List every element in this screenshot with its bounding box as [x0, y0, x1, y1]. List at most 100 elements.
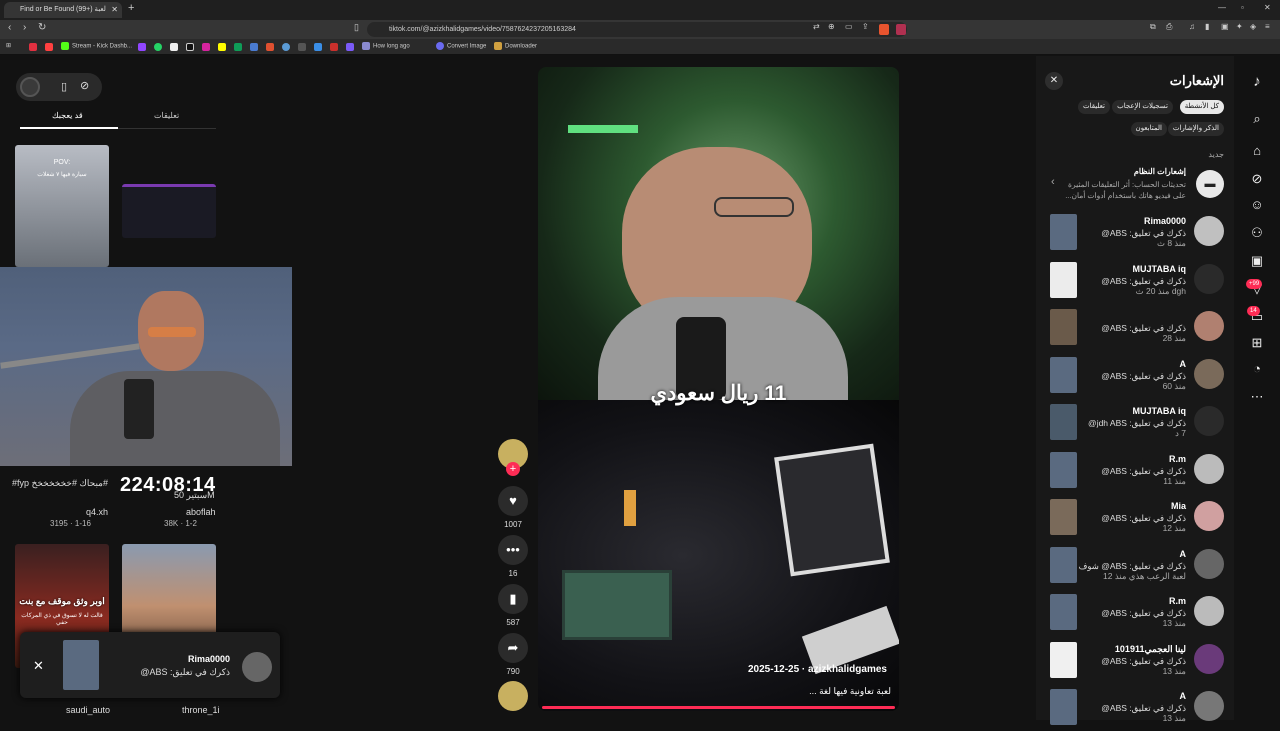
bookmark-kick[interactable]: Stream - Kick Dashb...	[61, 42, 132, 50]
notification-video-thumbnail[interactable]	[1050, 261, 1077, 298]
bookmark-crimson-icon[interactable]	[330, 43, 338, 51]
snapchat-icon[interactable]	[218, 43, 226, 51]
tab-close-icon[interactable]: ✕	[111, 2, 118, 18]
video-thumbnail[interactable]: POV: سيارة فيها ٧ شغلات	[15, 145, 109, 267]
notification-video-thumbnail[interactable]	[1050, 594, 1077, 630]
notification-avatar[interactable]	[1194, 596, 1224, 626]
leo-icon[interactable]: ✦	[1236, 22, 1243, 31]
bookmark-page-icon[interactable]: ▯	[354, 22, 359, 33]
system-notification[interactable]: ‹ ▬ إشعارات النظام تحديثات الحساب: أثر ا…	[1046, 164, 1228, 208]
cast-icon[interactable]: ▭	[845, 22, 853, 31]
follow-plus-icon[interactable]: +	[506, 462, 520, 476]
bookmark-grey-icon[interactable]	[298, 43, 306, 51]
explore-icon[interactable]: ⊘	[1248, 170, 1266, 188]
notification-item[interactable]: A ذكرك في تعليق: ABS@ منذ 13	[1046, 685, 1228, 731]
rewards-icon[interactable]	[896, 24, 906, 35]
bookmark-downloader[interactable]: Downloader	[494, 42, 537, 50]
browser-tab[interactable]: Find or Be Found لعبة (+99) ✕	[4, 2, 122, 18]
notification-item[interactable]: A ذكرك في تعليق: ABS@ منذ 60	[1046, 353, 1228, 399]
video-player[interactable]: 11 ريال سعودي 2025-12-25 · azizkhalidgam…	[538, 67, 899, 711]
toast-close-icon[interactable]: ✕	[33, 658, 44, 674]
following-icon[interactable]: ☺	[1248, 196, 1266, 214]
more-icon[interactable]: ⋯	[1248, 388, 1266, 406]
notification-video-thumbnail[interactable]	[1050, 309, 1077, 345]
bookmark-circle-icon[interactable]	[282, 43, 290, 51]
chip-likes[interactable]: تسجيلات الإعجاب	[1112, 100, 1173, 114]
tiktok-logo-icon[interactable]: ♪	[1248, 73, 1266, 91]
forward-icon[interactable]: ›	[23, 22, 26, 33]
notification-item[interactable]: R.m ذكرك في تعليق: ABS@ منذ 13	[1046, 590, 1228, 636]
notification-item[interactable]: MUJTABA iq ذكرك في تعليق: jdh ABS@ 7 د	[1046, 400, 1228, 446]
notification-avatar[interactable]	[1194, 311, 1224, 341]
tab-you-may-like[interactable]: قد يعجبك	[52, 111, 83, 120]
home-icon[interactable]: ⌂	[1248, 142, 1266, 160]
upload-icon[interactable]: ⊞	[1248, 334, 1266, 352]
translate-icon[interactable]: ⇄	[813, 22, 820, 31]
apps-icon[interactable]: ⊞	[6, 42, 11, 49]
video-card[interactable]: #مبحاك #خخخخخخخ fyp# q4.xh 3195 · 1-16	[12, 478, 112, 528]
notification-avatar[interactable]	[1194, 501, 1224, 531]
instagram-icon[interactable]	[202, 43, 210, 51]
chevron-left-icon[interactable]: ‹	[1051, 176, 1055, 188]
notification-video-thumbnail[interactable]	[1050, 214, 1077, 250]
panel-close-icon[interactable]: ✕	[1045, 72, 1063, 90]
video-author[interactable]: azizkhalidgames	[808, 664, 887, 675]
bookmark-blue-icon[interactable]	[250, 43, 258, 51]
reload-icon[interactable]: ↻	[38, 22, 46, 33]
notification-item[interactable]: Rima0000 ذكرك في تعليق: ABS@ منذ 8 ث	[1046, 210, 1228, 256]
notification-item[interactable]: 101لينا العجمي911 ذكرك في تعليق: ABS@ منذ …	[1046, 638, 1228, 684]
brave-shield-icon[interactable]	[879, 24, 889, 35]
chip-followers[interactable]: المتابعون	[1130, 122, 1167, 136]
sidebar-toggle-icon[interactable]: ▮	[1205, 22, 1209, 31]
friends-icon[interactable]: ⚇	[1248, 224, 1266, 242]
like-icon[interactable]: ♥	[498, 486, 528, 516]
window-close-icon[interactable]: ✕	[1264, 3, 1271, 12]
video-card[interactable]: سبتير 50M aboflah 38K · 1-2	[122, 478, 216, 528]
share-icon[interactable]: ⇪	[862, 22, 869, 31]
new-tab-button[interactable]: +	[128, 2, 134, 14]
notification-video-thumbnail[interactable]	[1050, 404, 1077, 440]
notification-video-thumbnail[interactable]	[1050, 451, 1077, 488]
notification-item[interactable]: Mia ذكرك في تعليق: ABS@ منذ 12	[1046, 495, 1228, 541]
notification-avatar[interactable]	[1194, 548, 1224, 579]
sound-disc-icon[interactable]	[498, 681, 528, 711]
maximize-icon[interactable]: ▫	[1241, 3, 1244, 12]
notification-video-thumbnail[interactable]	[1050, 641, 1077, 678]
minimize-icon[interactable]: —	[1218, 3, 1226, 12]
bookmark-violet-icon[interactable]	[346, 43, 354, 51]
menu-icon[interactable]: ≡	[1265, 22, 1270, 31]
video-progress-bar[interactable]	[542, 706, 895, 709]
notification-avatar[interactable]	[1194, 263, 1224, 294]
video-thumbnail[interactable]	[122, 184, 216, 238]
profile-icon[interactable]: ◔	[1248, 360, 1266, 378]
wallet-icon[interactable]: ▣	[1221, 22, 1229, 31]
notification-avatar[interactable]	[1194, 358, 1224, 389]
twitch-icon[interactable]	[138, 43, 146, 51]
share-icon[interactable]: ➦	[498, 633, 528, 663]
notification-item[interactable]: ذكرك في تعليق: ABS@ منذ 28	[1046, 305, 1228, 351]
zoom-icon[interactable]: ⊕	[828, 22, 835, 31]
notification-avatar[interactable]	[1194, 216, 1224, 246]
comment-icon[interactable]: •••	[498, 535, 528, 565]
video-description[interactable]: لعبة تعاونية فيها لغة ...	[809, 686, 891, 697]
back-icon[interactable]: ‹	[8, 22, 11, 33]
x-icon[interactable]	[170, 43, 178, 51]
notification-avatar[interactable]	[1194, 453, 1224, 484]
search-icon[interactable]: ⌕	[1248, 110, 1266, 128]
chip-comments[interactable]: تعليقات	[1077, 100, 1110, 114]
sheets-icon[interactable]	[234, 43, 242, 51]
live-icon[interactable]: ▣	[1248, 252, 1266, 270]
mobile-icon[interactable]: ▯	[61, 80, 67, 93]
compass-icon[interactable]: ⊘	[80, 79, 89, 92]
screenshot-icon[interactable]: ⎙	[1166, 22, 1172, 32]
extensions-icon[interactable]: ⧉	[1150, 22, 1156, 32]
bookmark-orange-icon[interactable]	[266, 43, 274, 51]
notification-item[interactable]: A ذكرك في تعليق: ABS@ شوف لعبة الرعب هذي م…	[1046, 543, 1228, 589]
youtube-icon[interactable]	[29, 43, 37, 51]
whatsapp-icon[interactable]	[154, 43, 162, 51]
notification-toast[interactable]: ✕ Rima0000 ذكرك في تعليق: ABS@	[20, 632, 280, 698]
bookmark-icon[interactable]: ▮	[498, 584, 528, 614]
notification-avatar[interactable]	[1194, 691, 1224, 721]
notification-item[interactable]: MUJTABA iq ذكرك في تعليق: ABS@ dgh منذ 20 …	[1046, 258, 1228, 304]
notification-item[interactable]: R.m ذكرك في تعليق: ABS@ منذ 11	[1046, 448, 1228, 494]
